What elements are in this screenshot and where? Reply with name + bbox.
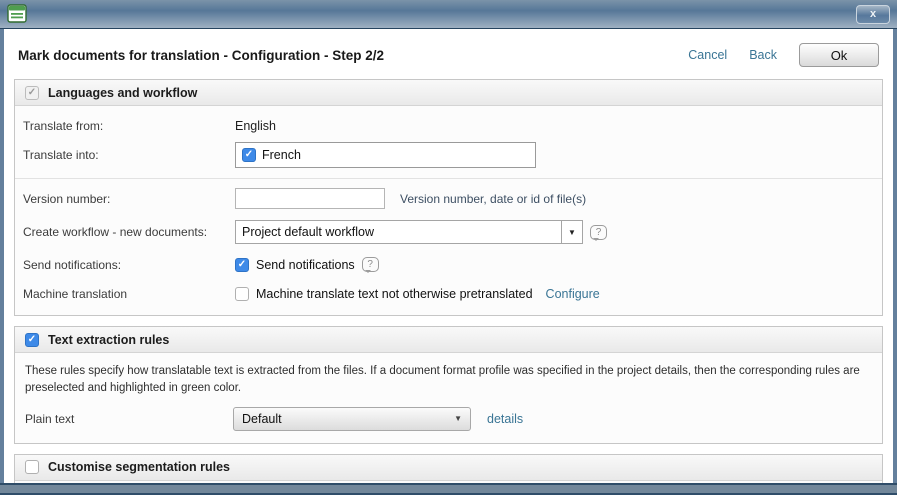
section-header-extraction: Text extraction rules — [15, 327, 882, 353]
translate-from-label: Translate from: — [23, 119, 235, 133]
back-link[interactable]: Back — [749, 48, 777, 62]
machine-translation-option-label: Machine translate text not otherwise pre… — [256, 287, 533, 301]
page-title: Mark documents for translation - Configu… — [18, 48, 688, 63]
send-notifications-label: Send notifications: — [23, 258, 235, 272]
target-language-checkbox[interactable] — [242, 148, 256, 162]
titlebar: x — [0, 0, 897, 29]
workflow-help-icon[interactable]: ? — [590, 225, 607, 240]
translate-into-label: Translate into: — [23, 148, 235, 162]
section-customise-segmentation: Customise segmentation rules — [14, 454, 883, 484]
ok-button[interactable]: Ok — [799, 43, 879, 67]
segmentation-section-checkbox[interactable] — [25, 460, 39, 474]
dialog-body: Mark documents for translation - Configu… — [0, 29, 897, 483]
workflow-row: Create workflow - new documents: Project… — [15, 220, 882, 244]
plain-text-selected-value: Default — [242, 412, 282, 426]
plain-text-select[interactable]: Default ▼ — [233, 407, 471, 431]
extraction-description: These rules specify how translatable tex… — [15, 353, 879, 398]
chevron-down-icon[interactable]: ▼ — [561, 221, 582, 243]
cancel-link[interactable]: Cancel — [688, 48, 727, 62]
workflow-select[interactable]: Project default workflow ▼ — [235, 220, 583, 244]
send-notifications-checkbox[interactable] — [235, 258, 249, 272]
app-window-icon — [7, 4, 27, 24]
translate-into-row: Translate into: French — [15, 142, 882, 168]
window-footer-bar — [0, 483, 897, 495]
translate-from-value: English — [235, 119, 276, 133]
plain-text-row: Plain text Default ▼ details — [15, 407, 882, 431]
machine-translation-label: Machine translation — [23, 287, 235, 301]
target-language-box: French — [235, 142, 536, 168]
section-text-extraction-rules: Text extraction rules These rules specif… — [14, 326, 883, 444]
workflow-selected-value: Project default workflow — [236, 221, 561, 243]
section-title-extraction: Text extraction rules — [48, 333, 169, 347]
machine-translation-checkbox[interactable] — [235, 287, 249, 301]
section-title-languages: Languages and workflow — [48, 86, 197, 100]
section-title-segmentation: Customise segmentation rules — [48, 460, 230, 474]
translate-from-row: Translate from: English — [15, 119, 882, 133]
extraction-section-checkbox[interactable] — [25, 333, 39, 347]
dialog-header: Mark documents for translation - Configu… — [14, 35, 883, 79]
version-number-hint: Version number, date or id of file(s) — [400, 192, 586, 206]
configure-link[interactable]: Configure — [546, 287, 600, 301]
details-link[interactable]: details — [487, 412, 523, 426]
section-languages-and-workflow: Languages and workflow Translate from: E… — [14, 79, 883, 316]
version-number-label: Version number: — [23, 192, 235, 206]
section-header-segmentation: Customise segmentation rules — [15, 455, 882, 481]
version-number-row: Version number: Version number, date or … — [15, 188, 882, 209]
version-number-input[interactable] — [235, 188, 385, 209]
notifications-help-icon[interactable]: ? — [362, 257, 379, 272]
chevron-down-icon[interactable]: ▼ — [454, 414, 462, 423]
send-notifications-row: Send notifications: Send notifications ? — [15, 257, 882, 272]
close-icon[interactable]: x — [856, 5, 890, 24]
target-language-label: French — [262, 148, 301, 162]
section-header-languages: Languages and workflow — [15, 80, 882, 106]
languages-section-checkbox[interactable] — [25, 86, 39, 100]
plain-text-label: Plain text — [25, 412, 233, 426]
machine-translation-row: Machine translation Machine translate te… — [15, 287, 882, 301]
dialog-window: x Mark documents for translation - Confi… — [0, 0, 897, 495]
send-notifications-option-label: Send notifications — [256, 258, 355, 272]
workflow-label: Create workflow - new documents: — [23, 225, 235, 239]
section-divider — [15, 178, 882, 179]
